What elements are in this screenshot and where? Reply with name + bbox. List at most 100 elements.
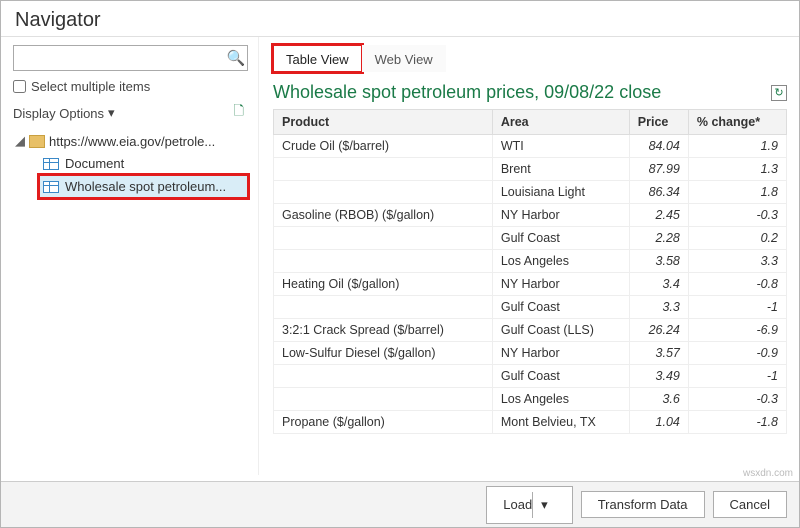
select-multiple-checkbox[interactable] bbox=[13, 80, 26, 93]
table-cell: -1.8 bbox=[688, 411, 786, 434]
table-cell: Gulf Coast bbox=[492, 365, 629, 388]
table-icon bbox=[43, 181, 59, 193]
table-row[interactable]: 3:2:1 Crack Spread ($/barrel)Gulf Coast … bbox=[274, 319, 787, 342]
tree-item-wholesale[interactable]: Wholesale spot petroleum... bbox=[39, 175, 248, 198]
tree-item-label: Document bbox=[65, 156, 124, 171]
view-tabs: Table View Web View bbox=[273, 45, 787, 72]
table-row[interactable]: Los Angeles3.583.3 bbox=[274, 250, 787, 273]
navigator-window: Navigator 🔍 Select multiple items Displa… bbox=[0, 0, 800, 528]
table-row[interactable]: Crude Oil ($/barrel)WTI84.041.9 bbox=[274, 135, 787, 158]
table-row[interactable]: Propane ($/gallon)Mont Belvieu, TX1.04-1… bbox=[274, 411, 787, 434]
table-cell: Brent bbox=[492, 158, 629, 181]
table-cell: 86.34 bbox=[629, 181, 688, 204]
table-cell bbox=[274, 227, 493, 250]
table-icon bbox=[43, 158, 59, 170]
table-cell: 2.28 bbox=[629, 227, 688, 250]
footer: Load ▾ Transform Data Cancel bbox=[1, 481, 799, 527]
tree-children: Document Wholesale spot petroleum... bbox=[13, 152, 248, 198]
table-cell: 0.2 bbox=[688, 227, 786, 250]
chevron-down-icon: ▾ bbox=[108, 105, 115, 121]
refresh-preview-icon[interactable]: ↻ bbox=[771, 85, 787, 101]
table-cell: Crude Oil ($/barrel) bbox=[274, 135, 493, 158]
table-cell: NY Harbor bbox=[492, 273, 629, 296]
table-cell: 1.04 bbox=[629, 411, 688, 434]
window-title: Navigator bbox=[1, 1, 799, 37]
table-cell: 84.04 bbox=[629, 135, 688, 158]
table-cell: 3.3 bbox=[688, 250, 786, 273]
table-cell: Gulf Coast (LLS) bbox=[492, 319, 629, 342]
refresh-tree-icon[interactable]: 🗋 bbox=[234, 102, 244, 124]
search-icon[interactable]: 🔍 bbox=[225, 49, 247, 67]
tree-root[interactable]: ◢ https://www.eia.gov/petrole... bbox=[13, 130, 248, 152]
table-cell: Propane ($/gallon) bbox=[274, 411, 493, 434]
table-row[interactable]: Gasoline (RBOB) ($/gallon)NY Harbor2.45-… bbox=[274, 204, 787, 227]
table-cell: -6.9 bbox=[688, 319, 786, 342]
table-cell: 3.6 bbox=[629, 388, 688, 411]
tree-item-document[interactable]: Document bbox=[39, 152, 248, 175]
table-cell bbox=[274, 296, 493, 319]
table-row[interactable]: Low-Sulfur Diesel ($/gallon)NY Harbor3.5… bbox=[274, 342, 787, 365]
tree-root-label: https://www.eia.gov/petrole... bbox=[49, 134, 215, 149]
table-cell bbox=[274, 158, 493, 181]
cancel-button[interactable]: Cancel bbox=[713, 491, 787, 518]
table-cell: NY Harbor bbox=[492, 342, 629, 365]
table-row[interactable]: Heating Oil ($/gallon)NY Harbor3.4-0.8 bbox=[274, 273, 787, 296]
table-cell: 87.99 bbox=[629, 158, 688, 181]
table-cell: 3.58 bbox=[629, 250, 688, 273]
table-cell: -0.8 bbox=[688, 273, 786, 296]
transform-data-button[interactable]: Transform Data bbox=[581, 491, 705, 518]
select-multiple-label: Select multiple items bbox=[31, 79, 150, 94]
table-cell: Mont Belvieu, TX bbox=[492, 411, 629, 434]
tree-item-label: Wholesale spot petroleum... bbox=[65, 179, 226, 194]
table-cell: Los Angeles bbox=[492, 388, 629, 411]
col-product[interactable]: Product bbox=[274, 110, 493, 135]
table-cell: -0.3 bbox=[688, 204, 786, 227]
display-options-label: Display Options bbox=[13, 106, 104, 121]
col-area[interactable]: Area bbox=[492, 110, 629, 135]
table-cell: 3.4 bbox=[629, 273, 688, 296]
preview-header: Wholesale spot petroleum prices, 09/08/2… bbox=[273, 72, 787, 109]
search-box[interactable]: 🔍 bbox=[13, 45, 248, 71]
table-cell bbox=[274, 250, 493, 273]
load-button[interactable]: Load ▾ bbox=[486, 486, 572, 524]
table-cell: Louisiana Light bbox=[492, 181, 629, 204]
watermark: wsxdn.com bbox=[743, 468, 793, 479]
table-cell: 3.57 bbox=[629, 342, 688, 365]
table-cell: 1.3 bbox=[688, 158, 786, 181]
preview-title-text: Wholesale spot petroleum prices, 09/08/2… bbox=[273, 82, 661, 103]
table-row[interactable]: Los Angeles3.6-0.3 bbox=[274, 388, 787, 411]
table-body: Crude Oil ($/barrel)WTI84.041.9Brent87.9… bbox=[274, 135, 787, 434]
table-row[interactable]: Louisiana Light86.341.8 bbox=[274, 181, 787, 204]
body: 🔍 Select multiple items Display Options … bbox=[1, 37, 799, 475]
table-cell: Los Angeles bbox=[492, 250, 629, 273]
table-cell: 3:2:1 Crack Spread ($/barrel) bbox=[274, 319, 493, 342]
display-options-row[interactable]: Display Options ▾ 🗋 bbox=[13, 102, 248, 124]
load-dropdown-icon[interactable]: ▾ bbox=[532, 492, 556, 518]
tab-web-view[interactable]: Web View bbox=[362, 45, 446, 72]
data-table: Product Area Price % change* Crude Oil (… bbox=[273, 109, 787, 434]
tab-table-view[interactable]: Table View bbox=[273, 45, 362, 72]
table-cell bbox=[274, 365, 493, 388]
collapse-icon[interactable]: ◢ bbox=[15, 133, 25, 149]
load-button-label: Load bbox=[503, 497, 532, 512]
table-cell: -0.3 bbox=[688, 388, 786, 411]
nav-tree: ◢ https://www.eia.gov/petrole... Documen… bbox=[13, 130, 248, 198]
table-cell: -1 bbox=[688, 296, 786, 319]
table-header-row: Product Area Price % change* bbox=[274, 110, 787, 135]
table-cell: -1 bbox=[688, 365, 786, 388]
table-row[interactable]: Gulf Coast2.280.2 bbox=[274, 227, 787, 250]
table-cell: 1.9 bbox=[688, 135, 786, 158]
col-change[interactable]: % change* bbox=[688, 110, 786, 135]
table-cell: NY Harbor bbox=[492, 204, 629, 227]
table-cell: Gasoline (RBOB) ($/gallon) bbox=[274, 204, 493, 227]
table-cell: Gulf Coast bbox=[492, 296, 629, 319]
table-cell: 3.3 bbox=[629, 296, 688, 319]
col-price[interactable]: Price bbox=[629, 110, 688, 135]
table-cell: 26.24 bbox=[629, 319, 688, 342]
search-input[interactable] bbox=[14, 51, 225, 66]
table-row[interactable]: Brent87.991.3 bbox=[274, 158, 787, 181]
table-row[interactable]: Gulf Coast3.49-1 bbox=[274, 365, 787, 388]
table-cell: WTI bbox=[492, 135, 629, 158]
select-multiple-row[interactable]: Select multiple items bbox=[13, 79, 248, 94]
table-row[interactable]: Gulf Coast3.3-1 bbox=[274, 296, 787, 319]
